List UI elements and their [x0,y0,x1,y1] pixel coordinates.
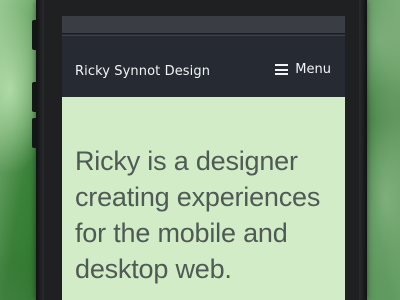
hero-line: Ricky is a designer [75,146,298,176]
device-bezel-right [359,0,367,300]
phone-screen: Ricky Synnot Design Menu Ricky is a desi… [62,16,345,300]
hero-section: Ricky is a designer creating experiences… [62,97,345,300]
site-title-link[interactable]: Ricky Synnot Design [75,64,210,79]
device-side-button [32,82,38,112]
hero-line: desktop web. [75,254,232,284]
site-navbar: Ricky Synnot Design Menu [62,35,345,97]
hero-line: for the mobile and [75,218,288,248]
menu-label: Menu [295,62,331,77]
hero-line: creating experiences [75,182,321,212]
device-side-button [32,118,38,148]
device-side-button [32,20,38,50]
hero-intro-text: Ricky is a designer creating experiences… [75,143,337,287]
hamburger-icon [275,64,289,75]
status-bar [62,16,345,34]
menu-button[interactable]: Menu [275,62,331,77]
